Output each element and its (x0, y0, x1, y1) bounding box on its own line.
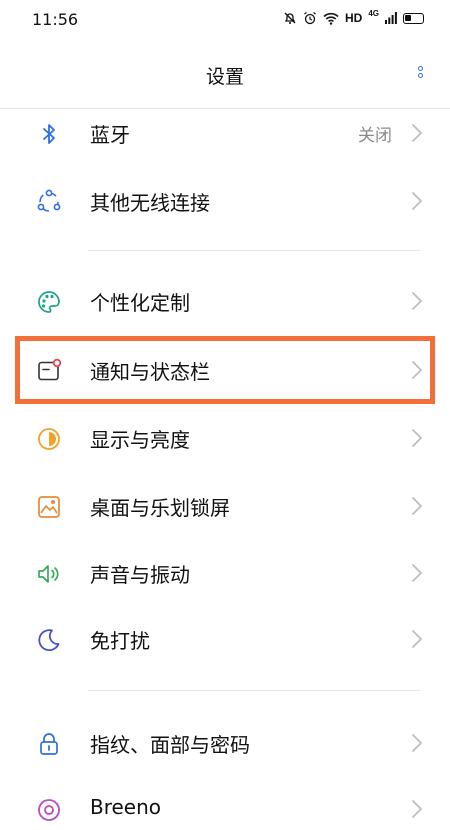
chevron-right-icon (410, 121, 424, 145)
wireless-connection-icon (36, 189, 62, 215)
settings-item-label: 通知与状态栏 (90, 360, 210, 384)
settings-item-personalization[interactable]: 个性化定制 (0, 268, 450, 334)
hd-label: HD (344, 11, 363, 25)
settings-item-label: 显示与亮度 (90, 428, 190, 452)
settings-item-notification[interactable]: 通知与状态栏 (0, 337, 450, 403)
network-type-label: 4G (368, 9, 379, 18)
settings-item-wallpaper[interactable]: 桌面与乐划锁屏 (0, 473, 450, 539)
wifi-icon (323, 12, 339, 25)
speaker-icon (36, 561, 62, 587)
moon-icon (36, 627, 62, 653)
settings-item-label: 桌面与乐划锁屏 (90, 496, 230, 520)
status-bar: 11:56 HD 4G (0, 0, 450, 40)
chevron-right-icon (410, 494, 424, 518)
bluetooth-icon (36, 121, 62, 147)
chevron-right-icon (410, 358, 424, 382)
bluetooth-status-value: 关闭 (358, 126, 392, 146)
settings-item-label: 免打扰 (90, 629, 150, 653)
section-divider (88, 690, 420, 691)
chevron-right-icon (410, 561, 424, 585)
chevron-right-icon (410, 797, 424, 821)
settings-item-wireless[interactable]: 其他无线连接 (0, 168, 450, 234)
settings-item-breeno[interactable]: Breeno (0, 776, 450, 830)
more-dot-icon (417, 73, 423, 78)
battery-icon (403, 12, 424, 24)
alarm-icon (304, 11, 316, 25)
more-options-button[interactable] (414, 66, 426, 88)
status-icons: HD 4G (283, 9, 424, 25)
wallpaper-icon (36, 494, 62, 520)
brightness-icon (36, 426, 62, 452)
settings-item-label: 其他无线连接 (90, 191, 210, 215)
settings-item-label: 蓝牙 (90, 123, 130, 147)
settings-item-label: 个性化定制 (90, 291, 190, 315)
chevron-right-icon (410, 627, 424, 651)
signal-icon (385, 12, 397, 24)
lock-icon (36, 731, 62, 757)
more-dot-icon (417, 66, 423, 71)
palette-icon (36, 289, 62, 315)
chevron-right-icon (410, 426, 424, 450)
settings-item-sound[interactable]: 声音与振动 (0, 540, 450, 606)
mute-bell-icon (284, 12, 296, 24)
settings-item-display[interactable]: 显示与亮度 (0, 405, 450, 471)
chevron-right-icon (410, 289, 424, 313)
notification-icon (36, 358, 62, 384)
settings-item-security[interactable]: 指纹、面部与密码 (0, 710, 450, 776)
settings-item-bluetooth[interactable]: 蓝牙 关闭 (0, 100, 450, 166)
page-title: 设置 (205, 66, 244, 88)
section-divider (88, 250, 420, 251)
header: 设置 (0, 40, 450, 108)
status-time: 11:56 (32, 10, 79, 29)
breeno-icon (36, 797, 62, 823)
settings-item-label: 声音与振动 (90, 563, 190, 587)
chevron-right-icon (410, 189, 424, 213)
settings-item-do-not-disturb[interactable]: 免打扰 (0, 606, 450, 672)
settings-item-label: Breeno (90, 795, 162, 819)
settings-item-label: 指纹、面部与密码 (90, 733, 250, 757)
chevron-right-icon (410, 731, 424, 755)
